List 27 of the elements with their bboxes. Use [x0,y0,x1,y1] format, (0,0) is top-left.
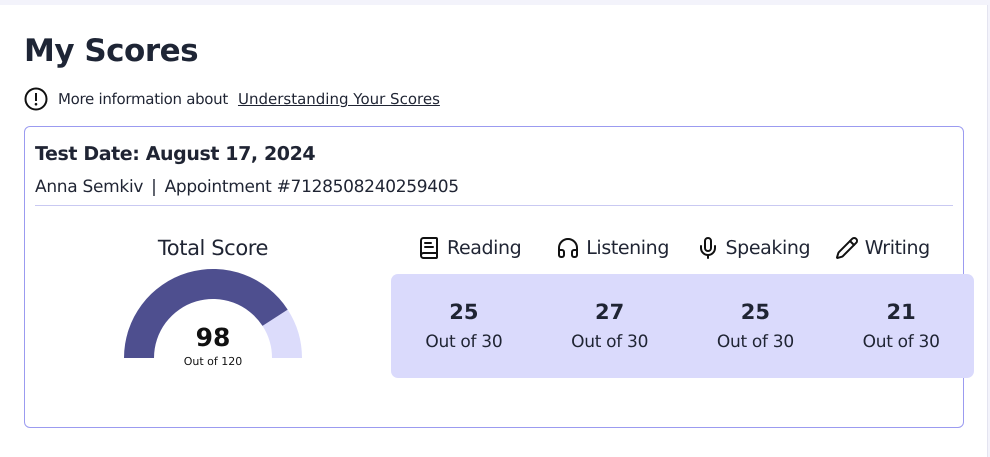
scores-link[interactable]: Understanding Your Scores [238,90,440,108]
total-out-of: Out of 120 [182,355,244,368]
section-label: Reading [447,237,522,259]
info-icon [24,87,48,111]
section-label: Speaking [726,237,810,259]
section-score: 27 [595,300,624,324]
section-label: Listening [586,237,669,259]
section-out-of: Out of 30 [716,332,794,352]
total-score: 98 [194,323,232,352]
section-out-of: Out of 30 [571,332,648,352]
test-date: Test Date: August 17, 2024 [35,143,316,165]
candidate-name: Anna Semkiv [35,177,144,197]
separator: | [151,177,157,197]
section-score: 25 [740,300,770,324]
appointment-number: Appointment #7128508240259405 [164,177,459,197]
book-icon [417,236,441,260]
pencil-icon [834,236,859,260]
section-score: 21 [886,300,916,324]
total-score-label: Total Score [158,236,268,260]
section-out-of: Out of 30 [862,332,940,352]
page-title: My Scores [24,33,200,69]
gauge-track [262,310,302,358]
section-score: 25 [449,300,478,324]
info-text: More information about [58,90,228,108]
headphones-icon [556,236,580,260]
section-out-of: Out of 30 [425,332,502,352]
section-label: Writing [864,237,930,259]
